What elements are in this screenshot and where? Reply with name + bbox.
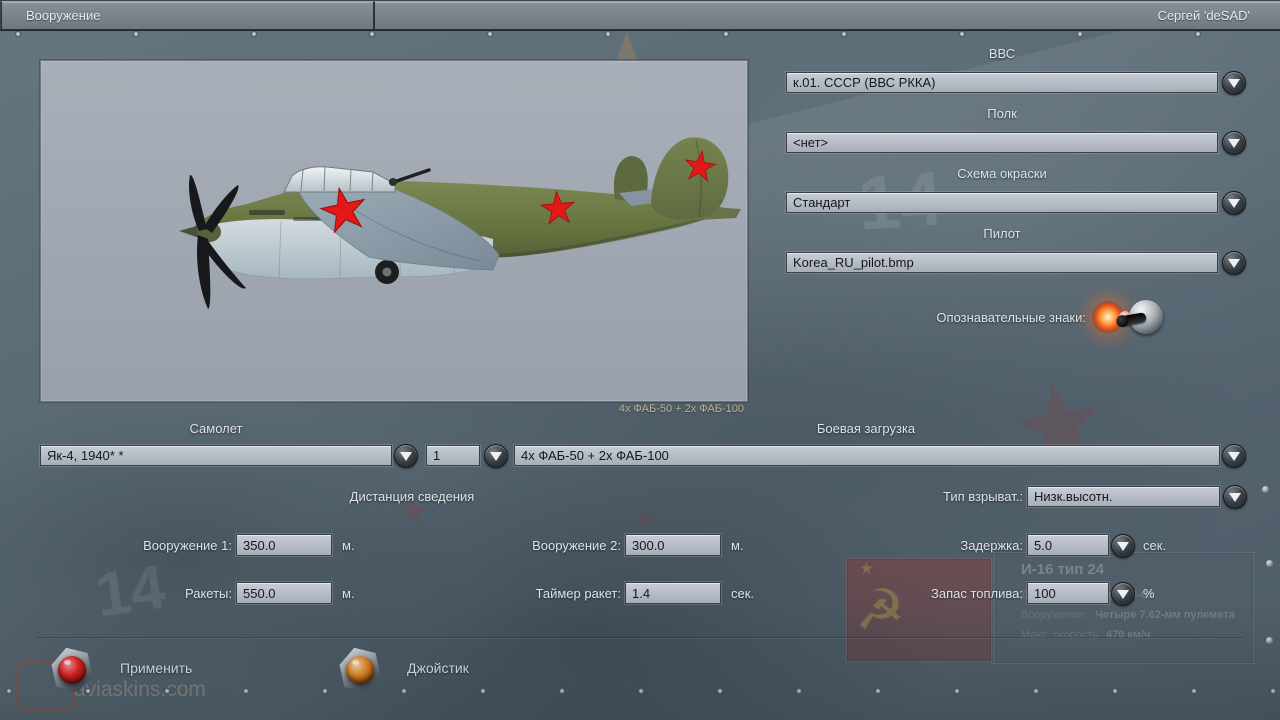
paint-scheme-dropdown-button[interactable]	[1222, 191, 1246, 215]
faded-star-icon: ★	[632, 503, 658, 534]
top-tab-bar: Вооружение Сергей 'deSAD'	[0, 0, 1280, 31]
weapon1-input[interactable]	[236, 534, 332, 556]
fuel-unit: %	[1143, 586, 1155, 601]
rocket-timer-label: Таймер ракет:	[535, 586, 621, 601]
fuel-input[interactable]	[1027, 582, 1109, 604]
weapon2-input[interactable]	[625, 534, 721, 556]
joystick-button[interactable]	[338, 648, 382, 692]
tab-armament-label: Вооружение	[26, 8, 101, 23]
fuel-dropdown-button[interactable]	[1111, 582, 1135, 606]
convergence-title: Дистанция сведения	[349, 489, 475, 504]
loadout-dropdown-button[interactable]	[1222, 444, 1246, 468]
delay-input[interactable]	[1027, 534, 1109, 556]
fuze-type-dropdown[interactable]: Низк.высотн.	[1027, 486, 1220, 507]
paint-scheme-dropdown[interactable]: Стандарт	[786, 192, 1218, 213]
rocket-timer-unit: сек.	[731, 586, 755, 601]
spec-label: Вооружение:	[1021, 609, 1088, 621]
delay-label: Задержка:	[960, 538, 1023, 553]
tab-armament[interactable]: Вооружение	[1, 1, 374, 30]
aircraft-dropdown[interactable]: Як-4, 1940* *	[40, 445, 392, 466]
spec-label: Макс. скорость	[1021, 629, 1099, 641]
joystick-button-label: Джойстик	[407, 660, 469, 676]
loadout-dropdown[interactable]: 4х ФАБ-50 + 2х ФАБ-100	[514, 445, 1220, 466]
player-name: Сергей 'deSAD'	[1157, 8, 1250, 23]
loadout-caption: 4х ФАБ-50 + 2х ФАБ-100	[618, 403, 744, 415]
aircraft-count-dropdown-button[interactable]	[484, 444, 508, 468]
fuel-label: Запас топлива:	[931, 586, 1023, 601]
apply-button-lamp-icon	[58, 656, 86, 684]
regiment-dropdown[interactable]: <нет>	[786, 132, 1218, 153]
regiment-label: Полк	[987, 106, 1017, 121]
rocket-timer-input[interactable]	[625, 582, 721, 604]
vvs-label: ВВС	[988, 46, 1016, 61]
faded-flag-placard: ☭ ★	[846, 558, 992, 662]
delay-unit: сек.	[1143, 538, 1167, 553]
spec-value: Четыре 7.62-мм пулемета	[1095, 609, 1235, 621]
aircraft-label: Самолет	[189, 421, 243, 436]
fuze-type-dropdown-button[interactable]	[1223, 485, 1247, 509]
regiment-dropdown-button[interactable]	[1222, 131, 1246, 155]
apply-button-label: Применить	[120, 660, 193, 676]
paint-scheme-label: Схема окраски	[957, 166, 1047, 181]
pilot-dropdown[interactable]: Korea_RU_pilot.bmp	[786, 252, 1218, 273]
armament-screen: 14 14 ★ ★ ★ ★ ★ ★ ☭ ★ И-16 тип 24 Двигат…	[0, 0, 1280, 720]
apply-button[interactable]	[50, 648, 94, 692]
aircraft-viewer-panel	[40, 60, 748, 402]
flag-star-icon: ★	[859, 559, 875, 578]
loadout-label: Боевая загрузка	[816, 421, 916, 436]
weapon2-unit: м.	[731, 538, 744, 553]
edge-screw	[1266, 637, 1273, 644]
pilot-label: Пилот	[983, 226, 1021, 241]
rockets-unit: м.	[342, 586, 355, 601]
pilot-dropdown-button[interactable]	[1222, 251, 1246, 275]
edge-screw	[1262, 486, 1269, 493]
faded-spec-placard: И-16 тип 24 ДвигательШвецов М-63 Вооруже…	[994, 552, 1254, 664]
weapon1-label: Вооружение 1:	[143, 538, 232, 553]
bottom-divider	[36, 637, 1244, 639]
joystick-button-lamp-icon	[346, 656, 374, 684]
rockets-input[interactable]	[236, 582, 332, 604]
spec-placard-title: И-16 тип 24	[1021, 561, 1105, 578]
vvs-dropdown[interactable]: к.01. СССР (ВВС РККА)	[786, 72, 1218, 93]
weapon2-label: Вооружение 2:	[532, 538, 621, 553]
markings-label: Опознавательные знаки:	[936, 310, 1086, 325]
markings-toggle[interactable]	[1092, 298, 1164, 336]
edge-screw	[1266, 560, 1273, 567]
aircraft-count-dropdown[interactable]: 1	[426, 445, 480, 466]
fuze-type-label: Тип взрыват.:	[942, 489, 1023, 504]
aircraft-preview-yak4	[179, 137, 741, 309]
screw-row-bottom	[5, 687, 1275, 696]
screw-row-top	[14, 30, 1266, 39]
player-name-panel: Сергей 'deSAD'	[374, 1, 1280, 30]
delay-dropdown-button[interactable]	[1111, 534, 1135, 558]
spec-value: 470 км/ч	[1106, 629, 1151, 641]
aircraft-dropdown-button[interactable]	[394, 444, 418, 468]
rockets-label: Ракеты:	[184, 586, 232, 601]
vvs-dropdown-button[interactable]	[1222, 71, 1246, 95]
weapon1-unit: м.	[342, 538, 355, 553]
